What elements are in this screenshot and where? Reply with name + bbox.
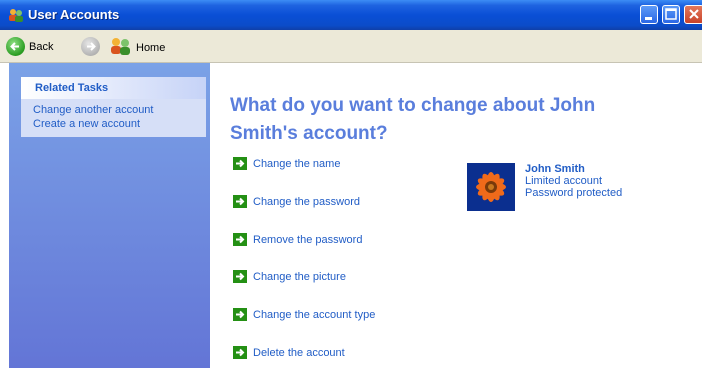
account-type: Limited account — [525, 175, 603, 187]
back-label: Back — [29, 40, 54, 53]
home-users-icon — [110, 37, 132, 58]
navigation-toolbar: Back Home — [0, 30, 702, 63]
action-label: Delete the account — [253, 346, 345, 359]
flower-picture-icon — [467, 163, 515, 211]
arrow-icon — [233, 195, 247, 208]
task-pane: Related Tasks Change another account Cre… — [9, 63, 210, 368]
action-label: Change the account type — [253, 308, 376, 321]
change-another-account-link[interactable]: Change another account — [21, 103, 206, 117]
minimize-icon — [645, 17, 652, 20]
forward-arrow-icon — [81, 37, 100, 56]
home-button[interactable]: Home — [110, 37, 165, 58]
back-button[interactable]: Back — [6, 37, 53, 56]
user-info: John Smith Limited account Password prot… — [525, 163, 622, 199]
page-heading: What do you want to change about John Sm… — [230, 95, 596, 144]
window-title: User Accounts — [28, 7, 120, 22]
maximize-icon — [665, 8, 677, 20]
change-account-type-link[interactable]: Change the account type — [233, 308, 375, 321]
home-label: Home — [136, 41, 166, 54]
minimize-button[interactable] — [640, 5, 658, 24]
password-status: Password protected — [525, 187, 623, 199]
action-label: Change the name — [253, 157, 341, 170]
action-label: Change the picture — [253, 270, 346, 283]
user-accounts-icon — [8, 8, 24, 22]
back-arrow-icon — [6, 37, 25, 56]
change-name-link[interactable]: Change the name — [233, 157, 340, 170]
title-bar[interactable]: User Accounts — [0, 0, 702, 30]
maximize-button[interactable] — [662, 5, 680, 24]
close-button[interactable] — [684, 5, 702, 24]
user-name: John Smith — [525, 163, 585, 175]
delete-account-link[interactable]: Delete the account — [233, 346, 345, 359]
action-label: Remove the password — [253, 233, 363, 246]
arrow-icon — [233, 346, 247, 359]
arrow-icon — [233, 270, 247, 283]
close-icon — [689, 9, 699, 19]
forward-button[interactable] — [81, 37, 100, 56]
arrow-icon — [233, 157, 247, 170]
change-picture-link[interactable]: Change the picture — [233, 270, 346, 283]
create-new-account-link[interactable]: Create a new account — [21, 117, 206, 131]
remove-password-link[interactable]: Remove the password — [233, 233, 362, 246]
arrow-icon — [233, 233, 247, 246]
change-password-link[interactable]: Change the password — [233, 195, 360, 208]
user-picture — [467, 163, 515, 211]
action-label: Change the password — [253, 195, 361, 208]
related-tasks-header: Related Tasks — [21, 77, 206, 99]
arrow-icon — [233, 308, 247, 321]
related-tasks-box: Related Tasks Change another account Cre… — [21, 77, 206, 137]
